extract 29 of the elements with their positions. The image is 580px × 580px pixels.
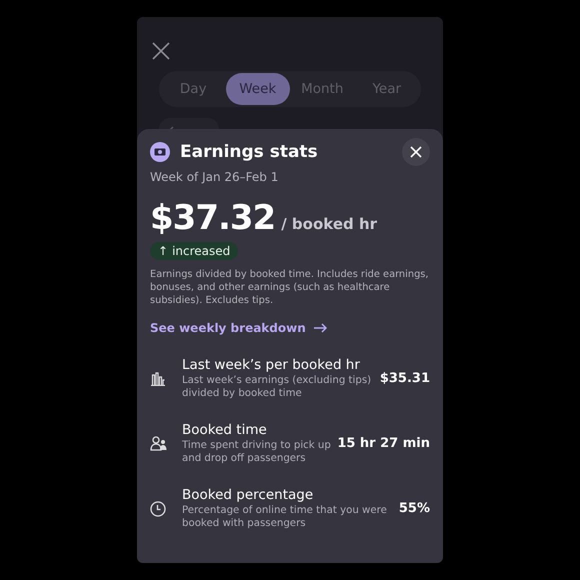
stat-title: Last week’s per booked hr bbox=[182, 357, 361, 373]
amount-unit: / booked hr bbox=[281, 215, 378, 233]
stat-title: Booked time bbox=[182, 422, 268, 438]
money-icon bbox=[150, 142, 170, 162]
bar-chart-icon bbox=[150, 372, 166, 386]
stat-detail: Last week’s earnings (excluding tips) divided by booked time bbox=[182, 374, 372, 400]
sheet-title: Earnings stats bbox=[180, 142, 318, 162]
breakdown-link[interactable]: See weekly breakdown bbox=[150, 321, 327, 335]
stat-detail: Time spent driving to pick up and drop off passengers bbox=[182, 439, 332, 465]
stat-value: 55% bbox=[398, 501, 430, 516]
arrow-right-icon bbox=[314, 323, 327, 333]
week-subtitle: Week of Jan 26–Feb 1 bbox=[150, 170, 280, 184]
close-button[interactable] bbox=[151, 41, 171, 61]
trend-arrow: ↑ bbox=[158, 244, 168, 258]
period-tab[interactable]: Month bbox=[290, 73, 354, 105]
period-tab[interactable]: Year bbox=[354, 73, 419, 105]
period-tab[interactable]: Day bbox=[161, 73, 226, 105]
close-icon bbox=[410, 146, 422, 158]
stat-value: $35.31 bbox=[378, 371, 430, 386]
trend-label: increased bbox=[172, 244, 230, 258]
stat-detail: Percentage of online time that you were booked with passengers bbox=[182, 504, 388, 530]
period-tab[interactable]: Week bbox=[226, 73, 290, 105]
stat-title: Booked percentage bbox=[182, 487, 314, 503]
clock-icon bbox=[150, 500, 166, 516]
stat-value: 15 hr 27 min bbox=[336, 436, 430, 451]
description-text: Earnings divided by booked time. Includes ride earnings, bonuses, and other earnings (such as healthcare subsidies). Excludes tips. bbox=[150, 268, 430, 307]
people-icon bbox=[150, 436, 167, 451]
earnings-amount: $37.32 bbox=[150, 198, 276, 238]
close-button[interactable] bbox=[402, 138, 430, 166]
